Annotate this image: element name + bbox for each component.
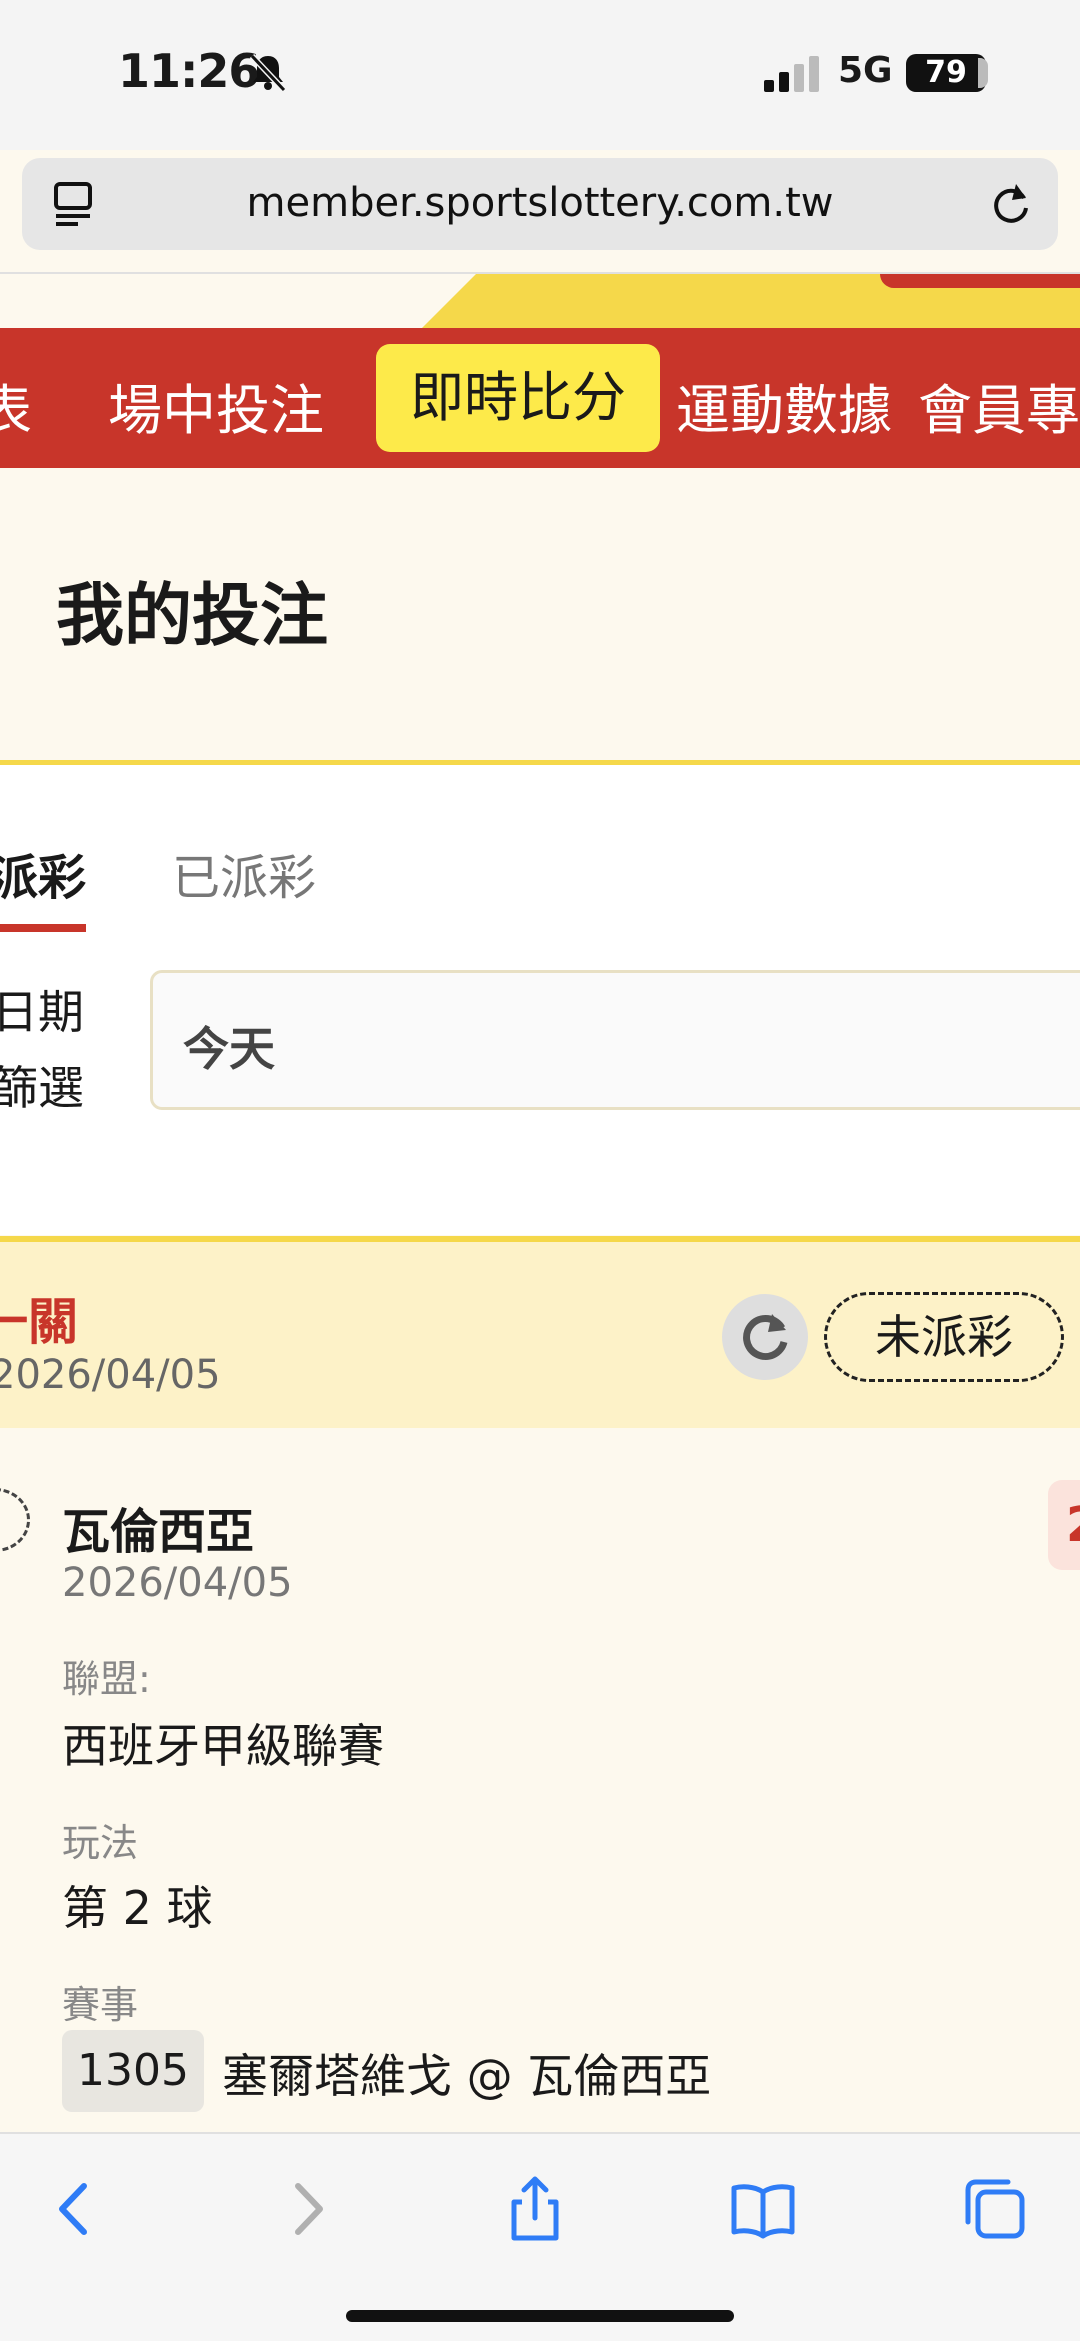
reload-icon[interactable]	[986, 178, 1036, 228]
status-bar: 11:26 5G 79	[0, 0, 1080, 150]
bet-card-header: 一關 2026/04/05 未派彩	[0, 1236, 1080, 1428]
home-indicator[interactable]	[346, 2310, 734, 2322]
status-time: 11:26	[118, 44, 260, 98]
team-name: 瓦倫西亞	[62, 1504, 255, 1560]
play-label: 玩法	[62, 1821, 139, 1865]
date-filter-label: 日期 篩選	[0, 974, 84, 1126]
site-header-banner	[0, 272, 1080, 328]
main-nav: 表 場中投注 即時比分 運動數據 會員專	[0, 328, 1080, 468]
nav-item-member[interactable]: 會員專	[918, 366, 1080, 445]
bet-type: 一關	[0, 1293, 78, 1351]
event-label: 賽事	[62, 1983, 139, 2027]
refresh-icon	[743, 1314, 788, 1360]
event-name: 塞爾塔維戈 @ 瓦倫西亞	[222, 2049, 712, 2103]
play-value: 第 2 球	[62, 1881, 213, 1935]
date-filter-label-line1: 日期	[0, 985, 84, 1039]
network-type: 5G	[838, 50, 893, 91]
event-number: 1305	[62, 2030, 204, 2112]
header-corner	[880, 274, 1080, 288]
url-text[interactable]: member.sportslottery.com.tw	[22, 180, 1058, 226]
nav-item-live-betting[interactable]: 場中投注	[108, 366, 324, 445]
date-filter-value: 今天	[183, 1022, 275, 1076]
nav-item-live-scores[interactable]: 即時比分	[376, 344, 660, 452]
page-title: 我的投注	[56, 577, 329, 656]
back-icon[interactable]	[40, 2174, 110, 2244]
bell-off-icon	[249, 53, 287, 92]
date-filter-label-line2: 篩選	[0, 1061, 84, 1115]
league-value: 西班牙甲級聯賽	[62, 1719, 384, 1773]
status-badge: 未派彩	[824, 1292, 1064, 1382]
tab-active-indicator	[0, 924, 86, 932]
forward-icon[interactable]	[272, 2174, 342, 2244]
league-label: 聯盟:	[62, 1657, 151, 1701]
tab-settled[interactable]: 已派彩	[172, 838, 316, 908]
bookmarks-icon[interactable]	[728, 2174, 798, 2244]
bet-date: 2026/04/05	[0, 1352, 221, 1398]
date-filter-select[interactable]: 今天	[150, 970, 1080, 1110]
battery-level: 79	[906, 54, 986, 92]
cellular-signal-icon	[764, 56, 819, 92]
nav-item-sports-data[interactable]: 運動數據	[676, 366, 892, 445]
odds-badge: 2	[1048, 1480, 1080, 1570]
tab-unsettled[interactable]: 派彩	[0, 838, 86, 908]
share-icon[interactable]	[500, 2174, 570, 2244]
refresh-button[interactable]	[722, 1294, 808, 1380]
match-date: 2026/04/05	[62, 1560, 293, 1606]
selection-indicator-icon	[0, 1488, 30, 1552]
battery-icon	[978, 58, 988, 88]
address-bar[interactable]: member.sportslottery.com.tw	[22, 158, 1058, 250]
tabs-icon[interactable]	[960, 2174, 1030, 2244]
nav-item-schedule[interactable]: 表	[0, 366, 32, 445]
